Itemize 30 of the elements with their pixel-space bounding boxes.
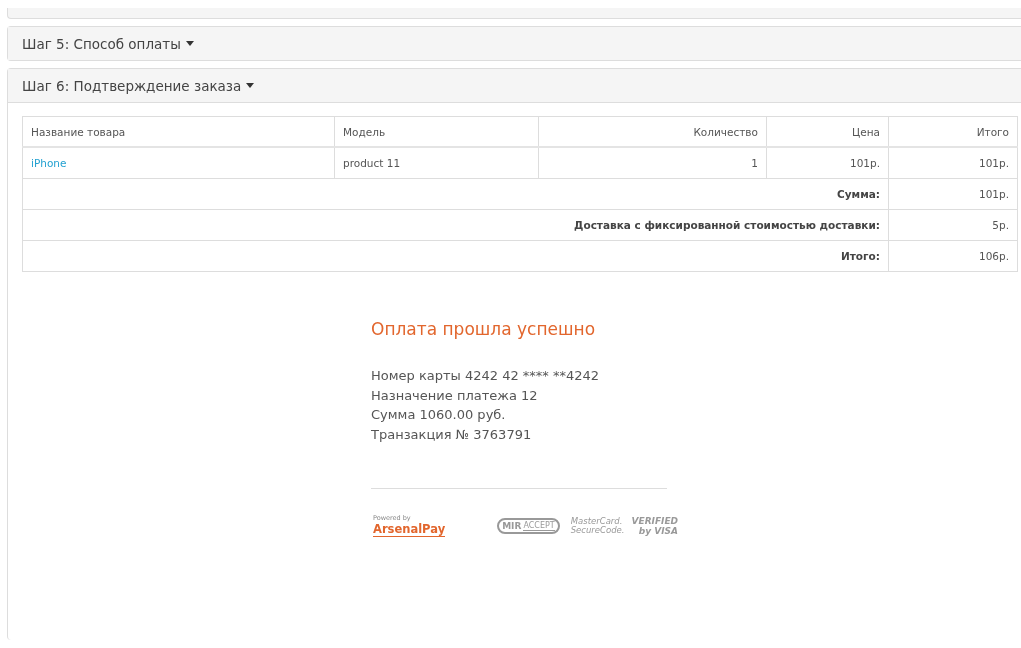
total-label: Итого:: [22, 240, 889, 272]
total-value: 5р.: [888, 209, 1018, 241]
table-cell: 1: [538, 147, 767, 179]
column-header: Название товара: [22, 116, 335, 147]
table-cell: product 11: [334, 147, 539, 179]
securecode-logo: MasterCard. SecureCode.: [570, 516, 625, 535]
payment-detail: Транзакция № 3763791: [371, 425, 533, 444]
total-label: Доставка с фиксированной стоимостью доставки:: [22, 209, 889, 241]
table-cell: 101р.: [766, 147, 889, 179]
panel-title[interactable]: Шаг 6: Подтверждение заказа: [22, 77, 242, 94]
brand-logo: ArsenalPay: [373, 522, 446, 537]
panel-heading[interactable]: Шаг 6: Подтверждение заказа: [8, 69, 1021, 103]
caret-icon: [246, 83, 255, 88]
verified-logo: VERIFIED by VISA: [631, 515, 679, 536]
success-title: Оплата прошла успешно: [371, 319, 597, 339]
total-value: 106р.: [888, 240, 1018, 272]
column-header: Итого: [888, 116, 1018, 147]
panel-title[interactable]: Шаг 5: Способ оплаты: [22, 35, 181, 52]
panel-heading[interactable]: Шаг 5: Способ оплаты: [8, 27, 1021, 60]
payment-detail: Назначение платежа 12: [371, 386, 539, 405]
column-header: Цена: [766, 116, 889, 147]
caret-icon: [185, 41, 194, 46]
mir-accept-logo: MIR ACCEPT: [497, 517, 560, 534]
total-value: 101р.: [888, 178, 1018, 210]
total-label: Сумма:: [22, 178, 889, 210]
payment-detail: Номер карты 4242 42 **** **4242: [371, 367, 601, 385]
column-header: Количество: [538, 116, 767, 147]
payment-detail: Сумма 1060.00 руб.: [371, 406, 507, 424]
table-cell: 101р.: [888, 147, 1018, 179]
column-header: Модель: [334, 116, 539, 147]
